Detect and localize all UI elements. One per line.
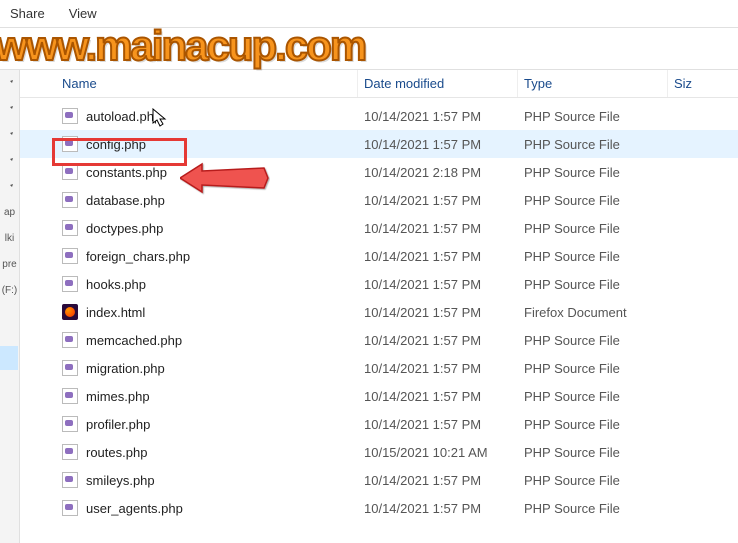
file-name: smileys.php: [86, 473, 155, 488]
file-type: PHP Source File: [518, 389, 668, 404]
php-file-icon: [62, 332, 78, 348]
file-date: 10/14/2021 1:57 PM: [358, 277, 518, 292]
column-header-type[interactable]: Type: [518, 70, 668, 97]
nav-pane: ap lki pre (F:): [0, 70, 20, 543]
menu-view[interactable]: View: [69, 6, 97, 21]
php-file-icon: [62, 192, 78, 208]
file-date: 10/14/2021 1:57 PM: [358, 221, 518, 236]
php-file-icon: [62, 388, 78, 404]
file-row[interactable]: profiler.php 10/14/2021 1:57 PMPHP Source…: [20, 410, 738, 438]
file-name: database.php: [86, 193, 165, 208]
firefox-icon: [62, 304, 78, 320]
file-name: user_agents.php: [86, 501, 183, 516]
file-row[interactable]: database.php 10/14/2021 1:57 PMPHP Source…: [20, 186, 738, 214]
pin-icon: [5, 130, 15, 140]
file-type: PHP Source File: [518, 361, 668, 376]
file-name: hooks.php: [86, 277, 146, 292]
file-row[interactable]: autoload.php 10/14/2021 1:57 PMPHP Source…: [20, 102, 738, 130]
file-date: 10/14/2021 1:57 PM: [358, 109, 518, 124]
file-name: foreign_chars.php: [86, 249, 190, 264]
pin-icon: [5, 104, 15, 114]
menubar: Share View: [0, 0, 738, 28]
file-type: PHP Source File: [518, 193, 668, 208]
file-name: index.html: [86, 305, 145, 320]
pin-icon: [5, 78, 15, 88]
file-rows: autoload.php10/14/2021 1:57 PMPHP Source…: [20, 98, 738, 522]
file-row[interactable]: migration.php 10/14/2021 1:57 PMPHP Sourc…: [20, 354, 738, 382]
file-type: PHP Source File: [518, 165, 668, 180]
file-date: 10/14/2021 1:57 PM: [358, 501, 518, 516]
file-row[interactable]: routes.php 10/15/2021 10:21 AMPHP Source …: [20, 438, 738, 466]
file-row[interactable]: smileys.php 10/14/2021 1:57 PMPHP Source …: [20, 466, 738, 494]
file-date: 10/14/2021 1:57 PM: [358, 333, 518, 348]
file-list-pane: Name Date modified Type Siz autoload.php…: [20, 70, 738, 543]
php-file-icon: [62, 276, 78, 292]
file-type: PHP Source File: [518, 221, 668, 236]
file-type: PHP Source File: [518, 249, 668, 264]
file-row[interactable]: hooks.php 10/14/2021 1:57 PMPHP Source Fi…: [20, 270, 738, 298]
php-file-icon: [62, 248, 78, 264]
column-header-size[interactable]: Siz: [668, 70, 738, 97]
php-file-icon: [62, 444, 78, 460]
file-date: 10/14/2021 1:57 PM: [358, 389, 518, 404]
file-type: PHP Source File: [518, 417, 668, 432]
file-date: 10/14/2021 2:18 PM: [358, 165, 518, 180]
file-type: PHP Source File: [518, 137, 668, 152]
file-name: config.php: [86, 137, 146, 152]
php-file-icon: [62, 472, 78, 488]
pin-icon: [5, 182, 15, 192]
column-header-name[interactable]: Name: [20, 70, 358, 97]
file-row[interactable]: foreign_chars.php 10/14/2021 1:57 PMPHP S…: [20, 242, 738, 270]
file-date: 10/14/2021 1:57 PM: [358, 361, 518, 376]
php-file-icon: [62, 164, 78, 180]
file-name: doctypes.php: [86, 221, 163, 236]
file-type: PHP Source File: [518, 445, 668, 460]
file-name: memcached.php: [86, 333, 182, 348]
file-row[interactable]: constants.php 10/14/2021 2:18 PMPHP Sourc…: [20, 158, 738, 186]
file-name: routes.php: [86, 445, 147, 460]
file-row[interactable]: mimes.php 10/14/2021 1:57 PMPHP Source Fi…: [20, 382, 738, 410]
file-date: 10/14/2021 1:57 PM: [358, 417, 518, 432]
nav-label[interactable]: pre: [2, 260, 16, 270]
php-file-icon: [62, 108, 78, 124]
file-name: constants.php: [86, 165, 167, 180]
file-name: autoload.php: [86, 109, 161, 124]
file-type: PHP Source File: [518, 277, 668, 292]
file-row[interactable]: index.html 10/14/2021 1:57 PMFirefox Docu…: [20, 298, 738, 326]
file-row[interactable]: doctypes.php 10/14/2021 1:57 PMPHP Source…: [20, 214, 738, 242]
php-file-icon: [62, 416, 78, 432]
column-header-row: Name Date modified Type Siz: [20, 70, 738, 98]
file-type: PHP Source File: [518, 501, 668, 516]
php-file-icon: [62, 500, 78, 516]
file-date: 10/14/2021 1:57 PM: [358, 305, 518, 320]
file-row[interactable]: memcached.php 10/14/2021 1:57 PMPHP Sourc…: [20, 326, 738, 354]
file-name: migration.php: [86, 361, 165, 376]
file-date: 10/14/2021 1:57 PM: [358, 137, 518, 152]
nav-label[interactable]: (F:): [2, 286, 18, 296]
file-name: mimes.php: [86, 389, 150, 404]
nav-selection-marker: [0, 346, 18, 370]
php-file-icon: [62, 360, 78, 376]
php-file-icon: [62, 136, 78, 152]
nav-label[interactable]: ap: [4, 208, 15, 218]
file-row[interactable]: config.php 10/14/2021 1:57 PMPHP Source F…: [20, 130, 738, 158]
nav-label[interactable]: lki: [5, 234, 14, 244]
toolbar: [0, 28, 738, 70]
column-header-date[interactable]: Date modified: [358, 70, 518, 97]
php-file-icon: [62, 220, 78, 236]
file-date: 10/15/2021 10:21 AM: [358, 445, 518, 460]
file-type: Firefox Document: [518, 305, 668, 320]
menu-share[interactable]: Share: [10, 6, 45, 21]
main-area: ap lki pre (F:) Name Date modified Type …: [0, 70, 738, 543]
file-date: 10/14/2021 1:57 PM: [358, 473, 518, 488]
file-type: PHP Source File: [518, 473, 668, 488]
file-type: PHP Source File: [518, 333, 668, 348]
pin-icon: [5, 156, 15, 166]
file-row[interactable]: user_agents.php 10/14/2021 1:57 PMPHP Sou…: [20, 494, 738, 522]
file-date: 10/14/2021 1:57 PM: [358, 249, 518, 264]
file-name: profiler.php: [86, 417, 150, 432]
file-date: 10/14/2021 1:57 PM: [358, 193, 518, 208]
file-type: PHP Source File: [518, 109, 668, 124]
